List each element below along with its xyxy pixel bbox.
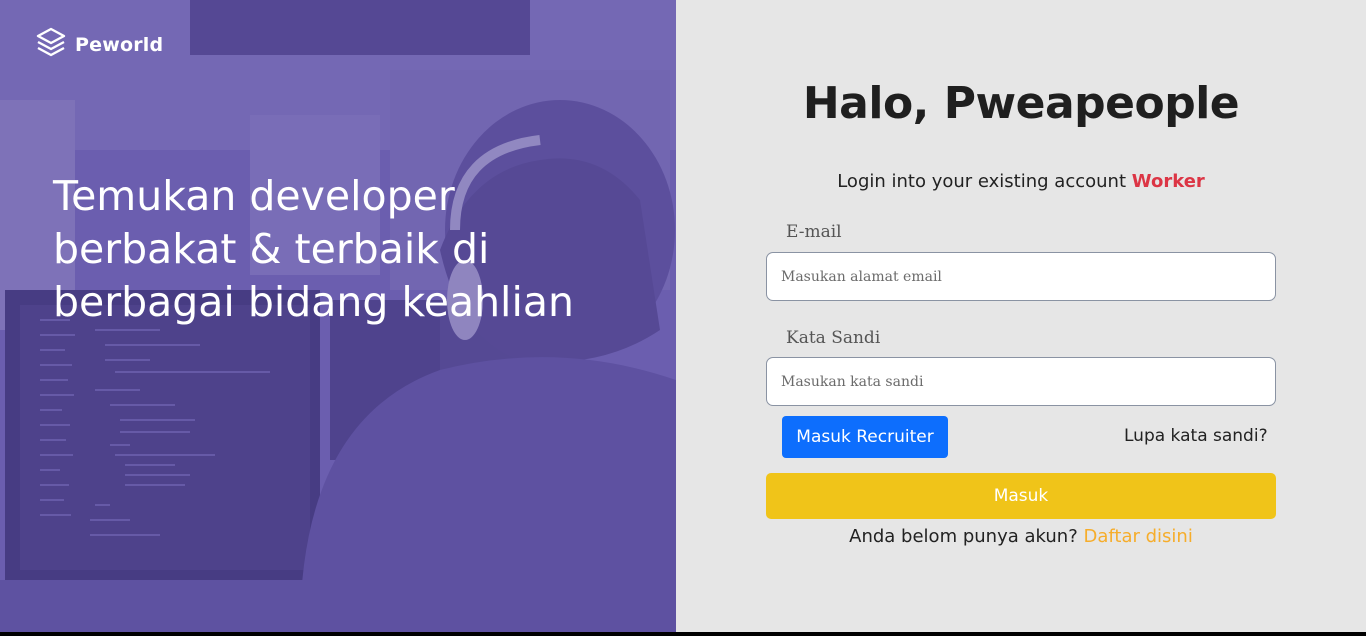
signup-prompt-text: Anda belom punya akun? xyxy=(849,526,1078,547)
recruiter-login-button[interactable]: Masuk Recruiter xyxy=(782,416,948,458)
email-label: E-mail xyxy=(786,222,842,242)
brand-name: Peworld xyxy=(75,33,164,56)
hero-panel: Peworld Temukan developer berbakat & ter… xyxy=(0,0,676,632)
login-panel: Halo, Pweapeople Login into your existin… xyxy=(676,0,1366,632)
login-subtitle: Login into your existing account Worker xyxy=(676,171,1366,192)
signup-prompt: Anda belom punya akun? Daftar disini xyxy=(676,526,1366,547)
page-title: Halo, Pweapeople xyxy=(802,78,1240,129)
forgot-password-link[interactable]: Lupa kata sandi? xyxy=(1124,426,1268,446)
account-role-label: Worker xyxy=(1131,171,1205,192)
brand-logo[interactable]: Peworld xyxy=(35,26,163,63)
layers-icon xyxy=(35,26,67,63)
email-field[interactable] xyxy=(766,252,1276,301)
password-label: Kata Sandi xyxy=(786,328,881,348)
signup-link[interactable]: Daftar disini xyxy=(1083,526,1192,547)
hero-headline: Temukan developer berbakat & terbaik di … xyxy=(53,172,574,326)
login-submit-button[interactable]: Masuk xyxy=(766,473,1276,519)
login-subtitle-text: Login into your existing account xyxy=(837,171,1127,192)
password-field[interactable] xyxy=(766,357,1276,406)
